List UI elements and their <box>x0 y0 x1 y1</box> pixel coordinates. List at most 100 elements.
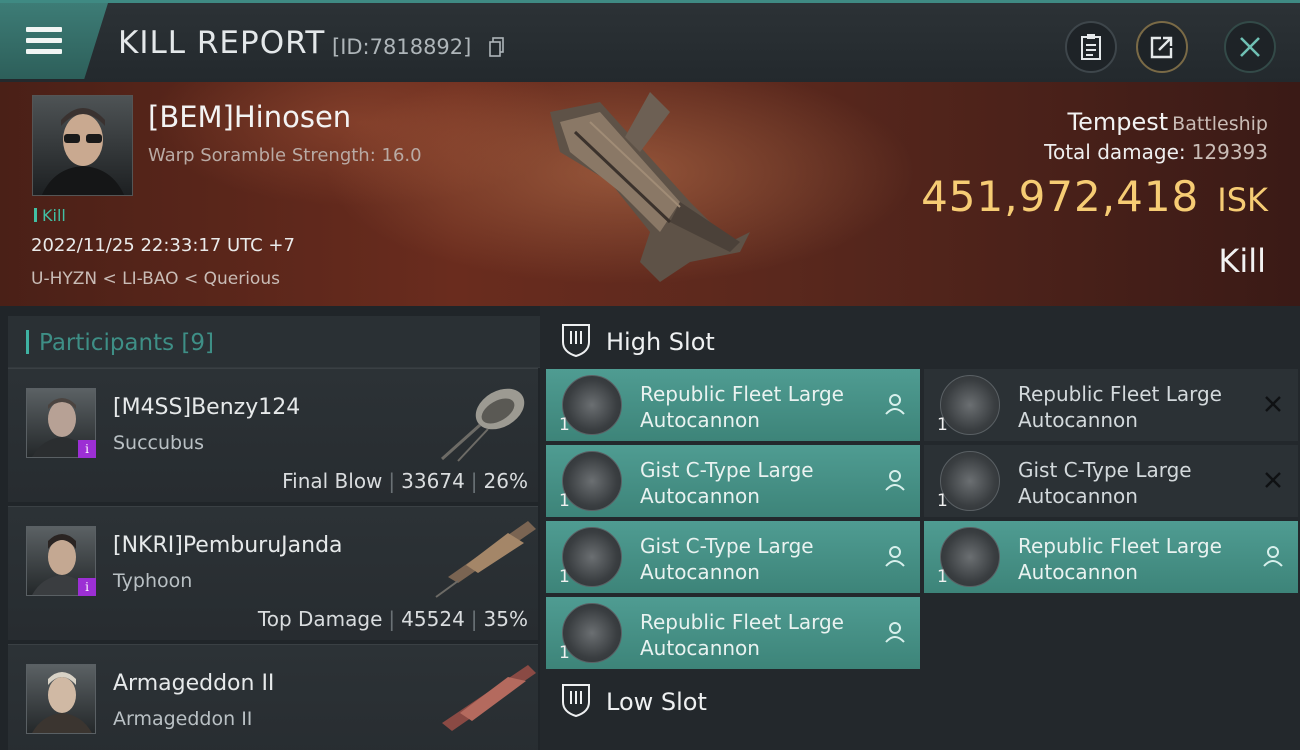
fitting-panel: High Slot 1 Republic Fleet Large Autocann… <box>540 306 1300 750</box>
participant-role: Top Damage <box>257 607 383 631</box>
participant-ship: Succubus <box>113 432 205 454</box>
kill-tag: Kill <box>34 206 66 225</box>
low-slot-title: Low Slot <box>606 688 707 716</box>
low-slot-icon <box>562 684 590 718</box>
participant-stats: Final Blow | 33674 | 26% <box>282 469 528 493</box>
participant-name: [NKRI]PemburuJanda <box>113 533 343 558</box>
report-id: [ID:7818892] <box>332 35 472 59</box>
dropped-person-icon <box>885 622 905 643</box>
copy-icon[interactable] <box>489 37 505 57</box>
share-icon <box>1150 36 1173 59</box>
module-name-line: Republic Fleet Large <box>640 610 844 634</box>
module-name: Gist C-Type Large Autocannon <box>640 533 814 585</box>
module-name-line: Gist C-Type Large <box>1018 458 1192 482</box>
module-name: Gist C-Type Large Autocannon <box>640 457 814 509</box>
ship-class: Battleship <box>1172 113 1268 135</box>
module-name-line: Autocannon <box>640 484 760 508</box>
participant-role: Final Blow <box>282 469 383 493</box>
participant-name: Armageddon II <box>113 671 275 696</box>
destroyed-x-icon <box>1265 396 1281 412</box>
dropped-person-icon <box>885 394 905 415</box>
module-name: Republic Fleet Large Autocannon <box>640 381 844 433</box>
module-quantity: 1 <box>559 567 570 587</box>
victim-banner: [BEM]Hinosen Warp Soramble Strength: 16.… <box>0 82 1300 306</box>
ship-name: Tempest <box>1067 108 1169 136</box>
info-badge[interactable]: i <box>78 440 96 458</box>
participants-title-text: Participants <box>39 330 175 356</box>
clipboard-button[interactable] <box>1065 21 1117 73</box>
module-item[interactable]: 1 Gist C-Type Large Autocannon <box>924 445 1298 517</box>
module-name: Republic Fleet Large Autocannon <box>1018 381 1222 433</box>
module-quantity: 1 <box>559 415 570 435</box>
module-quantity: 1 <box>559 491 570 511</box>
top-bar: KILL REPORT [ID:7818892] <box>0 0 1300 82</box>
isk-value-line: 451,972,418 ISK <box>921 172 1268 221</box>
module-name-line: Republic Fleet Large <box>1018 382 1222 406</box>
participants-panel: Participants [9] i [M4SS]Benzy124 Succub… <box>0 306 540 750</box>
participants-title: Participants [9] <box>26 330 214 356</box>
participant-ship-image <box>440 388 525 462</box>
autocannon-icon <box>940 527 1000 587</box>
module-item[interactable]: 1 Republic Fleet Large Autocannon <box>546 597 920 669</box>
menu-button[interactable] <box>0 3 108 79</box>
module-item[interactable]: 1 Republic Fleet Large Autocannon <box>546 369 920 441</box>
autocannon-icon <box>562 451 622 511</box>
module-name-line: Gist C-Type Large <box>640 458 814 482</box>
victim-ship: Tempest Battleship <box>1068 108 1268 136</box>
module-name: Gist C-Type Large Autocannon <box>1018 457 1192 509</box>
victim-ship-image <box>550 92 750 282</box>
menu-icon <box>26 27 62 55</box>
avatar[interactable] <box>26 664 96 734</box>
participant-ship: Typhoon <box>113 570 193 592</box>
dropped-person-icon <box>1263 546 1283 567</box>
autocannon-icon <box>940 451 1000 511</box>
participant-row[interactable]: i [NKRI]PemburuJanda Typhoon Top Damage |… <box>8 506 538 640</box>
total-damage-label: Total damage: <box>1044 140 1186 164</box>
dropped-person-icon <box>885 470 905 491</box>
participant-damage: 33674 <box>401 469 465 493</box>
participant-row[interactable]: i [M4SS]Benzy124 Succubus Final Blow | 336… <box>8 368 538 502</box>
module-name-line: Autocannon <box>1018 408 1138 432</box>
stats-divider: | <box>388 607 396 631</box>
stats-divider: | <box>470 607 478 631</box>
participant-ship-image <box>442 665 536 731</box>
participant-ship: Armageddon II <box>113 708 253 730</box>
autocannon-icon <box>562 375 622 435</box>
autocannon-icon <box>562 603 622 663</box>
destroyed-x-icon <box>1265 472 1281 488</box>
participants-header: Participants [9] <box>8 316 540 368</box>
victim-portrait[interactable] <box>32 95 133 196</box>
clipboard-icon <box>1081 34 1101 60</box>
autocannon-icon <box>562 527 622 587</box>
participant-row[interactable]: Armageddon II Armageddon II <box>8 644 538 750</box>
info-badge[interactable]: i <box>78 578 96 596</box>
total-damage: Total damage: 129393 <box>1044 140 1268 164</box>
module-quantity: 1 <box>559 643 570 663</box>
module-item[interactable]: 1 Republic Fleet Large Autocannon <box>924 521 1298 593</box>
share-button[interactable] <box>1136 21 1188 73</box>
pilot-portrait-icon <box>32 672 92 733</box>
autocannon-icon <box>940 375 1000 435</box>
victim-name: [BEM]Hinosen <box>148 100 352 134</box>
pilot-portrait-icon <box>41 108 125 195</box>
page-title: KILL REPORT <box>118 25 326 61</box>
stats-divider: | <box>388 469 396 493</box>
kill-result: Kill <box>1218 242 1266 280</box>
module-item[interactable]: 1 Gist C-Type Large Autocannon <box>546 445 920 517</box>
warp-scramble-strength: Warp Soramble Strength: 16.0 <box>148 145 422 166</box>
module-name: Republic Fleet Large Autocannon <box>640 609 844 661</box>
module-name-line: Republic Fleet Large <box>1018 534 1222 558</box>
participant-ship-image <box>435 521 536 598</box>
high-slot-title: High Slot <box>606 328 715 356</box>
participant-damage: 45524 <box>401 607 465 631</box>
module-quantity: 1 <box>937 491 948 511</box>
participant-percent: 26% <box>483 469 528 493</box>
module-item[interactable]: 1 Republic Fleet Large Autocannon <box>924 369 1298 441</box>
module-item[interactable]: 1 Gist C-Type Large Autocannon <box>546 521 920 593</box>
module-name-line: Gist C-Type Large <box>640 534 814 558</box>
close-button[interactable] <box>1224 21 1276 73</box>
module-name-line: Autocannon <box>1018 484 1138 508</box>
total-damage-value: 129393 <box>1191 140 1268 164</box>
kill-datetime: 2022/11/25 22:33:17 UTC +7 <box>31 235 295 256</box>
module-name-line: Autocannon <box>640 408 760 432</box>
